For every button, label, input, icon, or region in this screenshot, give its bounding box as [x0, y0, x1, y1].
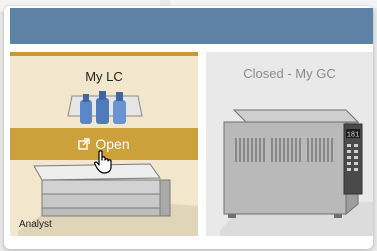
gc-instrument-illustration: 181: [220, 109, 373, 236]
hand-pointer-icon: [94, 150, 112, 174]
external-link-icon: [78, 138, 91, 150]
gc-display: 181: [347, 132, 360, 140]
role-label: Analyst: [19, 219, 52, 230]
panel-header: [10, 8, 373, 44]
instrument-tile-lc[interactable]: My LC Open Analyst: [10, 52, 198, 236]
instrument-tile-gc[interactable]: Closed - My GC 181: [206, 52, 373, 236]
